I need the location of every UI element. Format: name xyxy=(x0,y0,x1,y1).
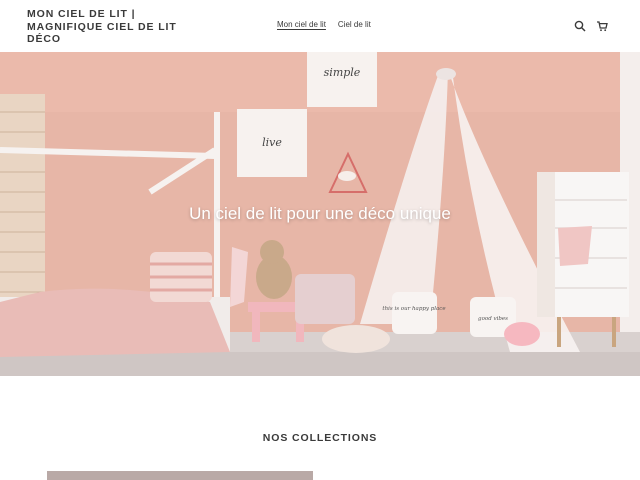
main-navigation: Mon ciel de lit Ciel de lit xyxy=(277,20,371,29)
nav-item-mon-ciel-de-lit[interactable]: Mon ciel de lit xyxy=(277,20,326,29)
cart-icon[interactable] xyxy=(596,19,608,32)
site-header: MON CIEL DE LIT | MAGNIFIQUE CIEL DE LIT… xyxy=(0,0,640,52)
pillow-text-happy-place: this is our happy place xyxy=(382,306,446,312)
pillow-text-good-vibes: good vibes xyxy=(478,316,508,322)
frame-text-simple: simple xyxy=(324,66,361,79)
hero-title: Un ciel de lit pour une déco unique xyxy=(189,204,451,223)
site-logo[interactable]: MON CIEL DE LIT | MAGNIFIQUE CIEL DE LIT… xyxy=(27,8,202,46)
search-icon[interactable] xyxy=(574,19,586,32)
collection-card[interactable] xyxy=(47,471,313,480)
hero-banner: simple live this is our happy place good… xyxy=(0,52,640,376)
nav-item-ciel-de-lit[interactable]: Ciel de lit xyxy=(338,20,371,29)
header-icons xyxy=(574,19,608,32)
collections-title: NOS COLLECTIONS xyxy=(262,432,378,444)
frame-text-live: live xyxy=(262,136,282,149)
